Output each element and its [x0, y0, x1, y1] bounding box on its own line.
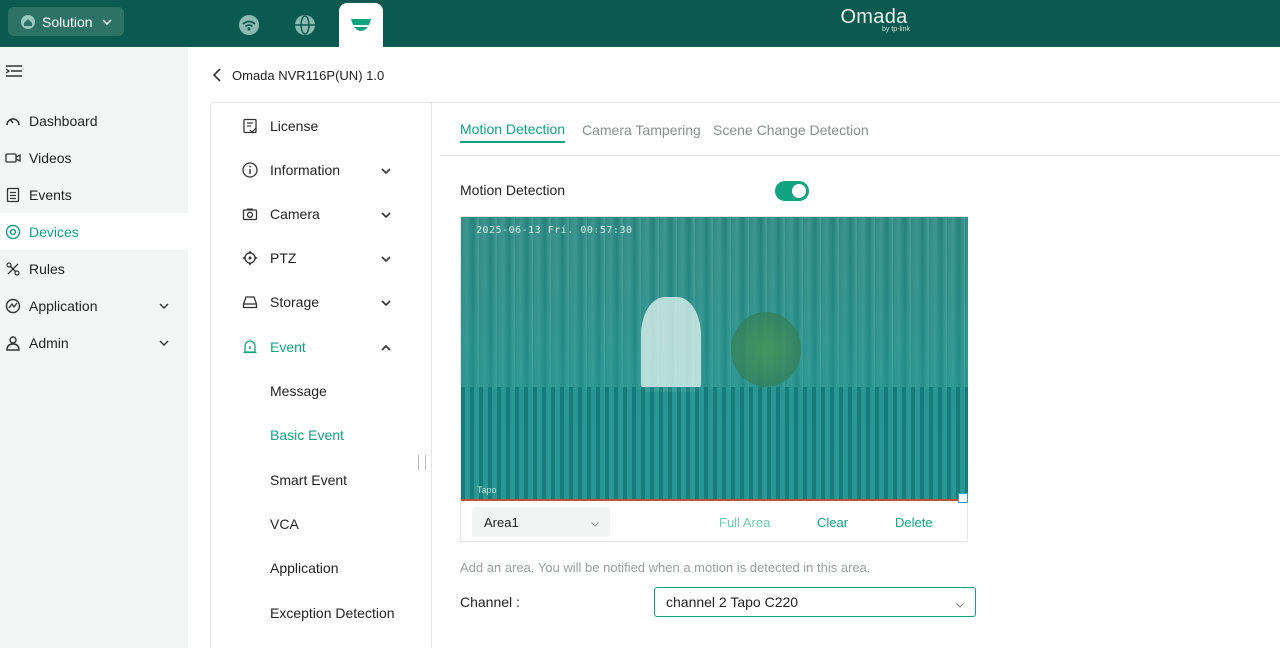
subnav-item-license[interactable]: License	[211, 106, 431, 146]
left-navigation: Dashboard Videos Events Devices Rules Ap…	[0, 47, 188, 648]
subnav-item-information[interactable]: Information	[211, 150, 431, 190]
ptz-icon	[241, 249, 259, 267]
event-icon	[241, 338, 259, 356]
admin-icon	[4, 334, 22, 352]
channel-select-value: channel 2 Tapo C220	[666, 594, 799, 610]
clear-button[interactable]: Clear	[817, 515, 848, 530]
channel-label: Channel :	[460, 594, 520, 610]
preview-plant	[731, 312, 801, 387]
info-icon	[241, 161, 259, 179]
motion-area-editor: 2025-06-13 Fri. 00:57:30 Tapo Area1 Full…	[460, 216, 968, 542]
subnav-label: PTZ	[270, 250, 297, 266]
camera-surveillance-icon[interactable]	[339, 3, 383, 47]
solution-dropdown[interactable]: Solution	[8, 7, 124, 36]
nav-item-rules[interactable]: Rules	[0, 250, 188, 287]
subnav-item-event[interactable]: Event	[211, 327, 431, 367]
nav-label: Devices	[29, 223, 79, 240]
nav-label: Dashboard	[29, 112, 98, 129]
chevron-down-icon	[380, 296, 392, 308]
chevron-up-icon	[380, 341, 392, 353]
nav-label: Admin	[29, 334, 69, 351]
subnav-item-camera[interactable]: Camera	[211, 194, 431, 234]
device-subnav: License Information Camera PTZ Storage E…	[211, 103, 432, 648]
subnav-label: License	[270, 118, 319, 134]
area-boundary-line	[461, 499, 968, 501]
chevron-down-icon	[101, 16, 113, 28]
subnav-child-smart-event[interactable]: Smart Event	[270, 465, 347, 495]
nav-label: Events	[29, 186, 72, 203]
area-select[interactable]: Area1	[472, 507, 610, 537]
event-tabs: Motion Detection Camera Tampering Scene …	[440, 103, 1280, 156]
tab-scene-change-detection[interactable]: Scene Change Detection	[713, 116, 869, 143]
full-area-button[interactable]: Full Area	[719, 515, 770, 530]
chevron-down-icon	[590, 517, 600, 527]
chevron-down-icon	[380, 164, 392, 176]
subnav-label: Camera	[270, 206, 320, 222]
storage-icon	[241, 293, 259, 311]
nav-item-videos[interactable]: Videos	[0, 139, 188, 176]
area-resize-handle[interactable]	[958, 493, 968, 503]
brand-logo: Omada by tp-link	[838, 7, 910, 33]
area-hint-text: Add an area. You will be notified when a…	[460, 560, 871, 575]
subnav-item-storage[interactable]: Storage	[211, 282, 431, 322]
chevron-down-icon	[158, 299, 170, 311]
nav-item-admin[interactable]: Admin	[0, 324, 188, 361]
device-title: Omada NVR116P(UN) 1.0	[232, 67, 385, 83]
chevron-down-icon	[955, 597, 965, 608]
solution-label: Solution	[42, 13, 93, 30]
camera-preview[interactable]: 2025-06-13 Fri. 00:57:30 Tapo	[461, 217, 968, 501]
subnav-child-vca[interactable]: VCA	[270, 509, 299, 539]
application-icon	[4, 297, 22, 315]
channel-select[interactable]: channel 2 Tapo C220	[654, 587, 976, 617]
nav-item-application[interactable]: Application	[0, 287, 188, 324]
top-bar: Solution Omada by tp-link	[0, 0, 1280, 47]
preview-wall	[461, 387, 968, 501]
nav-item-events[interactable]: Events	[0, 176, 188, 213]
subnav-label: Information	[270, 162, 341, 178]
device-header: Omada NVR116P(UN) 1.0	[208, 62, 384, 88]
chevron-down-icon	[380, 208, 392, 220]
solution-home-icon	[20, 14, 36, 30]
chevron-down-icon	[158, 336, 170, 348]
nav-label: Rules	[29, 260, 65, 277]
camera-icon	[241, 205, 259, 223]
subnav-child-application[interactable]: Application	[270, 553, 339, 583]
preview-watermark: Tapo	[477, 485, 497, 495]
subnav-label: Storage	[270, 294, 320, 310]
nav-item-dashboard[interactable]: Dashboard	[0, 102, 188, 139]
video-icon	[4, 149, 22, 167]
events-icon	[4, 186, 22, 204]
preview-timestamp: 2025-06-13 Fri. 00:57:30	[476, 225, 633, 236]
dashboard-icon	[4, 112, 22, 130]
license-icon	[241, 117, 259, 135]
panel-resize-handle[interactable]	[418, 455, 426, 470]
back-arrow-icon[interactable]	[208, 66, 226, 84]
subnav-child-message[interactable]: Message	[270, 376, 327, 406]
motion-detection-label: Motion Detection	[460, 182, 566, 198]
nav-item-devices[interactable]: Devices	[0, 213, 188, 250]
subnav-child-basic-event[interactable]: Basic Event	[270, 420, 344, 450]
subnav-child-exception-detection[interactable]: Exception Detection	[270, 598, 395, 628]
preview-person	[641, 297, 701, 392]
delete-button[interactable]: Delete	[895, 515, 933, 530]
brand-name: Omada	[840, 6, 908, 28]
toggle-knob	[792, 184, 806, 198]
nav-label: Application	[29, 297, 98, 314]
motion-detection-toggle[interactable]	[775, 181, 809, 201]
globe-icon[interactable]	[285, 6, 325, 44]
area-select-value: Area1	[484, 514, 519, 530]
subnav-label: Event	[270, 339, 306, 355]
nav-label: Videos	[29, 149, 72, 166]
tab-camera-tampering[interactable]: Camera Tampering	[582, 116, 701, 143]
tab-motion-detection[interactable]: Motion Detection	[460, 116, 566, 143]
subnav-item-ptz[interactable]: PTZ	[211, 238, 431, 278]
collapse-menu-icon[interactable]	[5, 64, 23, 78]
rules-icon	[4, 260, 22, 278]
wifi-network-icon[interactable]	[229, 6, 269, 44]
chevron-down-icon	[380, 252, 392, 264]
devices-icon	[4, 223, 22, 241]
